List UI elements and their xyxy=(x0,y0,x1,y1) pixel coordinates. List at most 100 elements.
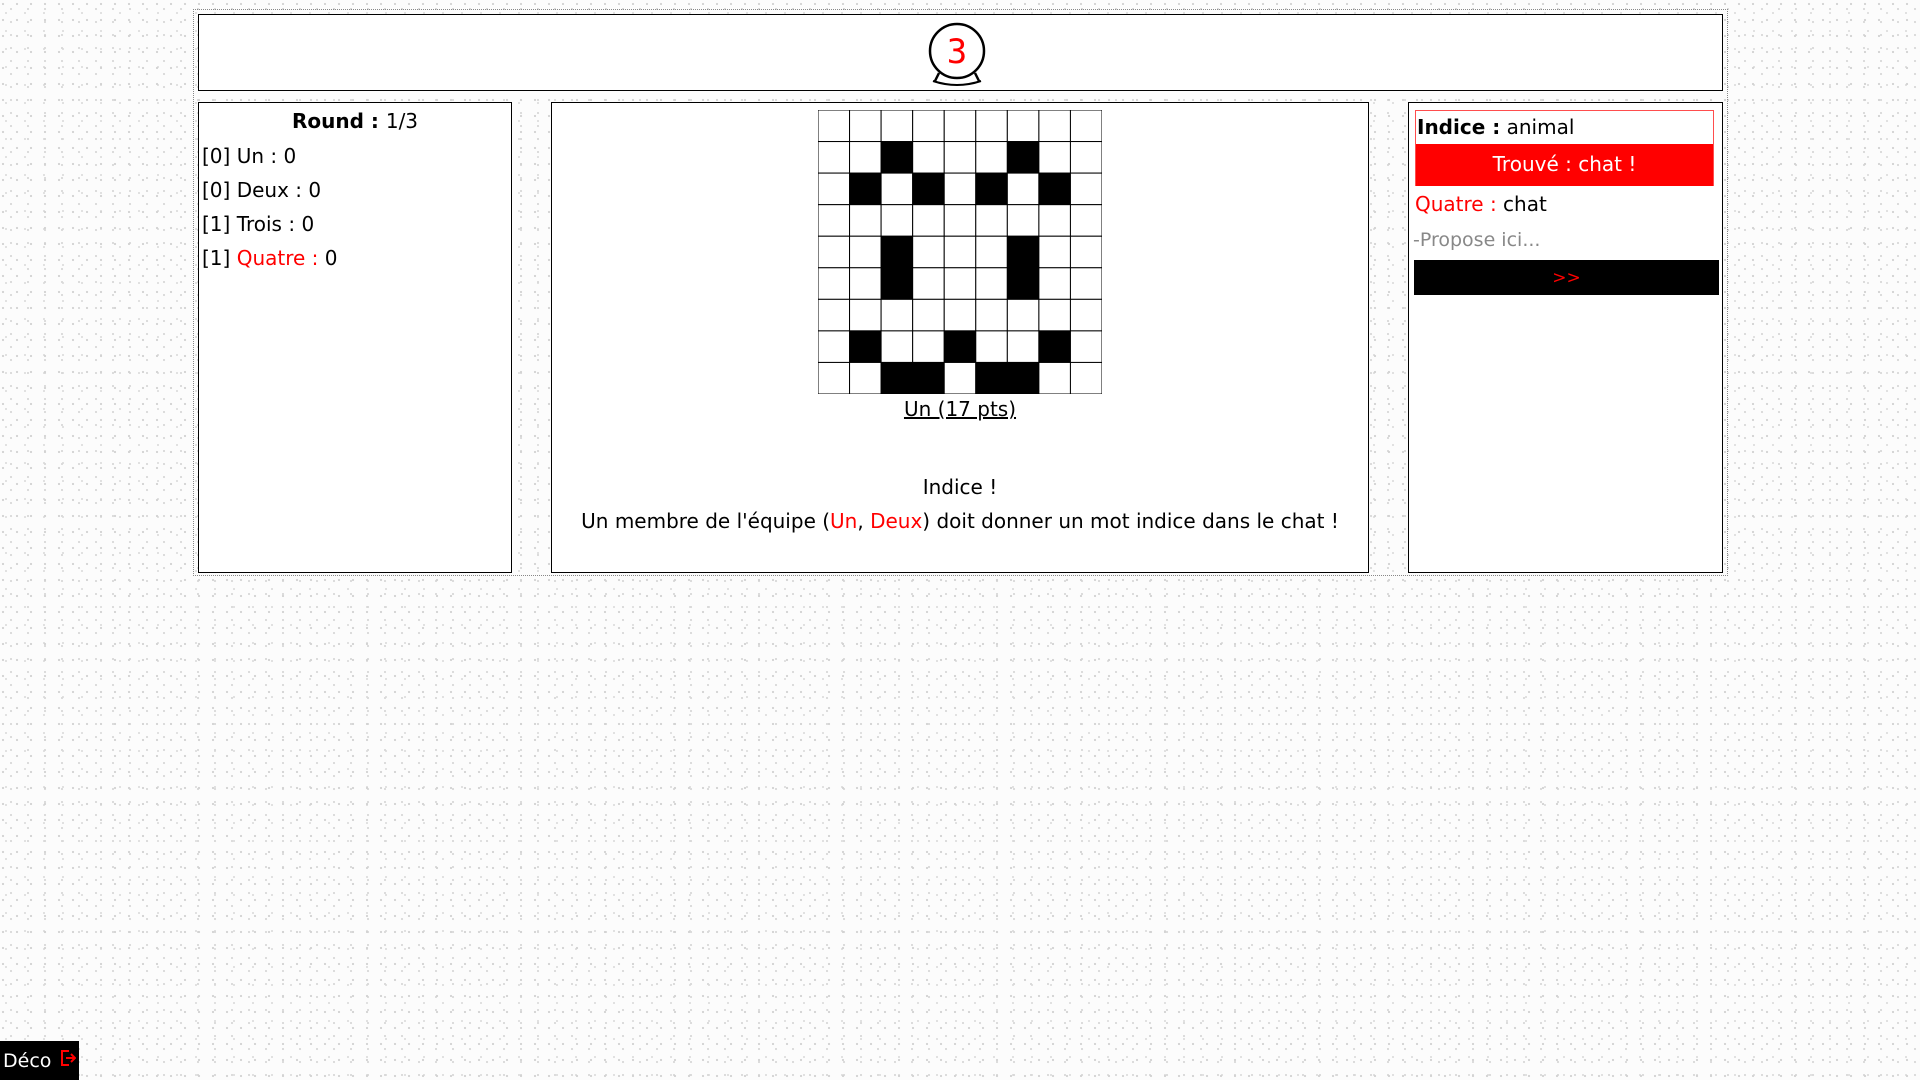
grid-cell[interactable] xyxy=(849,361,882,394)
grid-cell[interactable] xyxy=(1069,330,1102,363)
grid-cell[interactable] xyxy=(1006,267,1040,300)
grid-cell[interactable] xyxy=(943,235,977,269)
grid-cell[interactable] xyxy=(1006,298,1040,332)
grid-cell[interactable] xyxy=(912,267,945,300)
grid-cell[interactable] xyxy=(943,110,977,143)
player-name: Quatre xyxy=(236,246,306,270)
grid-cell[interactable] xyxy=(1038,361,1071,394)
grid-cell[interactable] xyxy=(880,330,914,363)
player-row: [0] Un : 0 xyxy=(202,144,297,168)
grid-cell[interactable] xyxy=(1069,267,1102,300)
grid-cell[interactable] xyxy=(912,204,945,237)
grid-cell[interactable] xyxy=(818,298,851,332)
grid-cell[interactable] xyxy=(1069,204,1102,237)
grid-cell[interactable] xyxy=(1038,141,1071,174)
grid-cell[interactable] xyxy=(849,298,882,332)
grid-cell[interactable] xyxy=(880,361,914,394)
grid-cell[interactable] xyxy=(912,298,945,332)
grid-cell[interactable] xyxy=(1006,204,1040,237)
send-button[interactable]: >> xyxy=(1414,260,1719,295)
grid-cell[interactable] xyxy=(943,267,977,300)
scoreboard-panel: Round : 1/3 [0] Un : 0 [0] Deux : 0 [1] Tr… xyxy=(198,102,512,573)
grid-cell[interactable] xyxy=(1069,141,1102,174)
grid-cell[interactable] xyxy=(975,172,1008,206)
guess-input[interactable] xyxy=(1411,225,1721,255)
player-score: 0 xyxy=(301,212,315,236)
drawing-grid[interactable] xyxy=(818,110,1102,394)
grid-cell[interactable] xyxy=(943,330,977,363)
grid-cell[interactable] xyxy=(912,141,945,174)
grid-cell[interactable] xyxy=(975,141,1008,174)
clue-value: animal xyxy=(1500,115,1575,139)
grid-cell[interactable] xyxy=(849,235,882,269)
grid-cell[interactable] xyxy=(1069,110,1102,143)
player-team: [1] xyxy=(202,212,231,236)
grid-cell[interactable] xyxy=(943,298,977,332)
grid-cell[interactable] xyxy=(1006,141,1040,174)
grid-cell[interactable] xyxy=(880,204,914,237)
grid-cell[interactable] xyxy=(1038,298,1071,332)
grid-cell[interactable] xyxy=(943,361,977,394)
grid-cell[interactable] xyxy=(880,172,914,206)
grid-cell[interactable] xyxy=(1038,267,1071,300)
hint-title: Indice ! xyxy=(922,475,998,499)
grid-cell[interactable] xyxy=(818,110,851,143)
grid-cell[interactable] xyxy=(1038,110,1071,143)
grid-cell[interactable] xyxy=(1038,330,1071,363)
player-team: [1] xyxy=(202,246,231,270)
grid-cell[interactable] xyxy=(1038,172,1071,206)
grid-cell[interactable] xyxy=(912,330,945,363)
grid-cell[interactable] xyxy=(849,267,882,300)
grid-cell[interactable] xyxy=(975,267,1008,300)
grid-cell[interactable] xyxy=(849,330,882,363)
grid-cell[interactable] xyxy=(912,110,945,143)
chat-panel: Indice : animal Trouvé : chat ! Quatre :… xyxy=(1408,102,1723,573)
grid-cell[interactable] xyxy=(1069,172,1102,206)
grid-cell[interactable] xyxy=(849,141,882,174)
grid-cell[interactable] xyxy=(818,141,851,174)
grid-cell[interactable] xyxy=(1006,172,1040,206)
grid-cell[interactable] xyxy=(880,110,914,143)
round-value: 1/3 xyxy=(385,109,419,133)
grid-cell[interactable] xyxy=(912,172,945,206)
grid-cell[interactable] xyxy=(975,204,1008,237)
grid-cell[interactable] xyxy=(943,204,977,237)
grid-cell[interactable] xyxy=(1006,361,1040,394)
grid-cell[interactable] xyxy=(975,361,1008,394)
grid-cell[interactable] xyxy=(818,267,851,300)
grid-cell[interactable] xyxy=(818,235,851,269)
player-row: [1] Quatre : 0 xyxy=(202,246,338,270)
found-banner: Trouvé : chat ! xyxy=(1416,144,1713,186)
grid-cell[interactable] xyxy=(1069,235,1102,269)
grid-cell[interactable] xyxy=(818,204,851,237)
grid-cell[interactable] xyxy=(849,172,882,206)
grid-cell[interactable] xyxy=(943,172,977,206)
grid-cell[interactable] xyxy=(975,298,1008,332)
grid-cell[interactable] xyxy=(975,330,1008,363)
message-author: Quatre : xyxy=(1415,192,1497,216)
grid-cell[interactable] xyxy=(880,267,914,300)
grid-cell[interactable] xyxy=(849,204,882,237)
grid-cell[interactable] xyxy=(975,110,1008,143)
grid-cell[interactable] xyxy=(849,110,882,143)
grid-cell[interactable] xyxy=(880,298,914,332)
grid-cell[interactable] xyxy=(818,361,851,394)
grid-cell[interactable] xyxy=(1006,235,1040,269)
logout-button[interactable]: Déco xyxy=(0,1041,79,1080)
grid-cell[interactable] xyxy=(818,330,851,363)
grid-cell[interactable] xyxy=(1069,361,1102,394)
grid-cell[interactable] xyxy=(943,141,977,174)
grid-cell[interactable] xyxy=(1006,330,1040,363)
grid-cell[interactable] xyxy=(912,235,945,269)
team-member-un: Un xyxy=(830,509,858,533)
grid-cell[interactable] xyxy=(880,141,914,174)
grid-cell[interactable] xyxy=(1038,235,1071,269)
grid-cell[interactable] xyxy=(1006,110,1040,143)
grid-cell[interactable] xyxy=(1038,204,1071,237)
grid-cell[interactable] xyxy=(975,235,1008,269)
grid-cell[interactable] xyxy=(880,235,914,269)
grid-cell[interactable] xyxy=(1069,298,1102,332)
grid-cell[interactable] xyxy=(912,361,945,394)
team-member-deux: Deux xyxy=(870,509,923,533)
grid-cell[interactable] xyxy=(818,172,851,206)
